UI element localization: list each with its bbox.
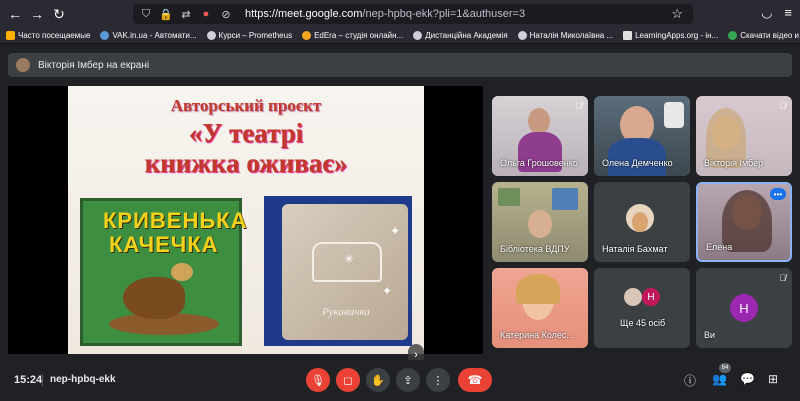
bookmark-item[interactable]: EdEra – студія онлайн... [302, 31, 403, 40]
raise-hand-button[interactable]: ✋ [366, 368, 390, 392]
avatar [624, 288, 642, 306]
meeting-code: nep-hpbq-ekk [50, 374, 116, 385]
more-options-button[interactable]: ⋮ [426, 368, 450, 392]
globe-icon [206, 31, 216, 40]
back-icon[interactable]: ← [4, 3, 26, 25]
globe-icon [100, 31, 110, 40]
lock-icon[interactable]: 🔒 [159, 7, 173, 21]
participant-name: Олена Демченко [602, 158, 673, 168]
shield-icon[interactable]: ⛉ [139, 7, 153, 21]
participant-tile[interactable]: Олена Демченко [594, 96, 690, 176]
more-participants-tile[interactable]: H Ще 45 осіб [594, 268, 690, 348]
book-signature: Рукавичка [322, 306, 370, 318]
participant-name: Елена [706, 242, 733, 252]
duck-shape [123, 277, 185, 319]
person-face [528, 210, 552, 238]
participant-name: Ви [704, 330, 716, 340]
people-count-badge: 64 [719, 363, 731, 373]
participant-tile[interactable]: Наталія Бахмат [594, 182, 690, 262]
participant-tile-self[interactable]: H 🎙̸ Ви [696, 268, 792, 348]
leave-call-button[interactable]: ☎ [458, 368, 492, 392]
slide-subtitle: Авторський проєкт [170, 96, 322, 115]
globe-icon [413, 31, 423, 40]
bookmark-item[interactable]: VAK.in.ua - Автомати... [100, 31, 197, 40]
microphone-icon[interactable]: ● [199, 7, 213, 21]
page-icon [623, 31, 633, 40]
reload-icon[interactable]: ↻ [48, 3, 70, 25]
presentation-area[interactable]: Авторський проєкт «У театрі книжка ожива… [8, 86, 483, 366]
muted-mic-icon: 🎙̸ [779, 273, 786, 283]
picture-frame [552, 188, 578, 210]
bookmark-item[interactable]: Часто посещаемые [6, 31, 90, 40]
toolbar-right: ◡ ≡ [761, 5, 792, 21]
participant-name: Ще 45 осіб [620, 318, 666, 328]
book-image-rukavychka: ✳ ✦ ✦ Рукавичка [264, 196, 412, 346]
participant-name: Наталія Бахмат [602, 244, 668, 254]
person-hair [516, 274, 560, 304]
person-face [528, 108, 550, 134]
url-bar[interactable]: ⛉ 🔒 ⇄ ● ⊘ https://meet.google.com/nep-hp… [133, 4, 693, 24]
book-title: КРИВЕНЬКА КАЧЕЧКА [103, 208, 248, 257]
permissions-icon[interactable]: ⇄ [179, 7, 193, 21]
muted-mic-icon: 🎙̸ [779, 101, 786, 111]
chat-icon[interactable]: 💬 [740, 372, 755, 386]
sparkle-icon: ✦ [390, 224, 401, 238]
download-icon [728, 31, 738, 40]
activities-icon[interactable]: ⊞ [768, 372, 778, 386]
participant-tile[interactable]: Катерина Колес... [492, 268, 588, 348]
bookmark-item[interactable]: Наталія Миколаївна ... [517, 31, 613, 40]
globe-icon [517, 31, 527, 40]
camera-blocked-icon[interactable]: ⊘ [219, 7, 233, 21]
avatar: H [642, 288, 660, 306]
bookmark-item[interactable]: LearningApps.org - ін... [623, 31, 718, 40]
menu-icon[interactable]: ≡ [784, 5, 792, 21]
presentation-slide: Авторський проєкт «У театрі книжка ожива… [68, 86, 424, 354]
camera-toggle-button[interactable]: ◻ [336, 368, 360, 392]
clock-time: 15:24 [14, 374, 43, 386]
picture-frame [498, 188, 520, 206]
bookmarks-bar: Часто посещаемые VAK.in.ua - Автомати...… [0, 28, 800, 44]
more-options-icon[interactable]: ••• [770, 188, 786, 200]
people-icon[interactable]: 👥 [712, 372, 727, 386]
participant-tile[interactable]: Бібліотека ВДПУ [492, 182, 588, 262]
avatar: H [730, 294, 758, 322]
person-body [608, 138, 666, 176]
meeting-controls-bar: 15:24 nep-hpbq-ekk 🎙 ◻ ✋ ⇪ ⋮ ☎ ⓘ 👥 💬 ⊞ [0, 360, 800, 401]
bookmark-item[interactable]: Скачати відео и музи... [728, 31, 800, 40]
participant-tile[interactable]: 🎙̸ Вікторія Імбер [696, 96, 792, 176]
divider [42, 374, 43, 386]
present-screen-button[interactable]: ⇪ [396, 368, 420, 392]
presenting-label: Вікторія Імбер на екрані [38, 59, 150, 71]
participant-name: Ольга Грошовенко [500, 158, 578, 168]
pocket-icon[interactable]: ◡ [761, 5, 772, 21]
browser-toolbar: ← → ↻ ⛉ 🔒 ⇄ ● ⊘ https://meet.google.com/… [0, 0, 800, 28]
slide-title-line2: книжка оживає» [144, 148, 348, 178]
info-icon[interactable]: ⓘ [684, 372, 696, 389]
sparkle-icon: ✦ [382, 284, 393, 298]
emblem-shape [664, 102, 684, 128]
bookmark-item[interactable]: Курси – Prometheus [206, 31, 292, 40]
participant-tile[interactable]: ••• Елена [696, 182, 792, 262]
mic-toggle-button[interactable]: 🎙 [306, 368, 330, 392]
avatar [626, 204, 654, 232]
book-cover: ✳ ✦ ✦ Рукавичка [282, 204, 408, 340]
participant-name: Вікторія Імбер [704, 158, 764, 168]
participant-name: Катерина Колес... [500, 330, 574, 340]
presenting-banner: Вікторія Імбер на екрані [8, 53, 792, 77]
bookmark-star-icon[interactable]: ☆ [671, 6, 683, 22]
slide-title-line1: «У театрі [188, 118, 304, 148]
book-image-kryvenka: КРИВЕНЬКА КАЧЕЧКА [80, 198, 247, 346]
bookmark-item[interactable]: Дистанційна Академія [413, 31, 508, 40]
participant-name: Бібліотека ВДПУ [500, 244, 570, 254]
duck-head-shape [171, 263, 193, 281]
edera-icon [302, 31, 312, 40]
gear-icon [6, 31, 15, 40]
url-text[interactable]: https://meet.google.com/nep-hpbq-ekk?pli… [245, 8, 525, 20]
avatar [16, 58, 30, 72]
snowflake-icon: ✳ [344, 252, 355, 266]
muted-mic-icon: 🎙̸ [575, 101, 582, 111]
participant-tile[interactable]: 🎙̸ Ольга Грошовенко [492, 96, 588, 176]
forward-icon[interactable]: → [26, 3, 48, 25]
